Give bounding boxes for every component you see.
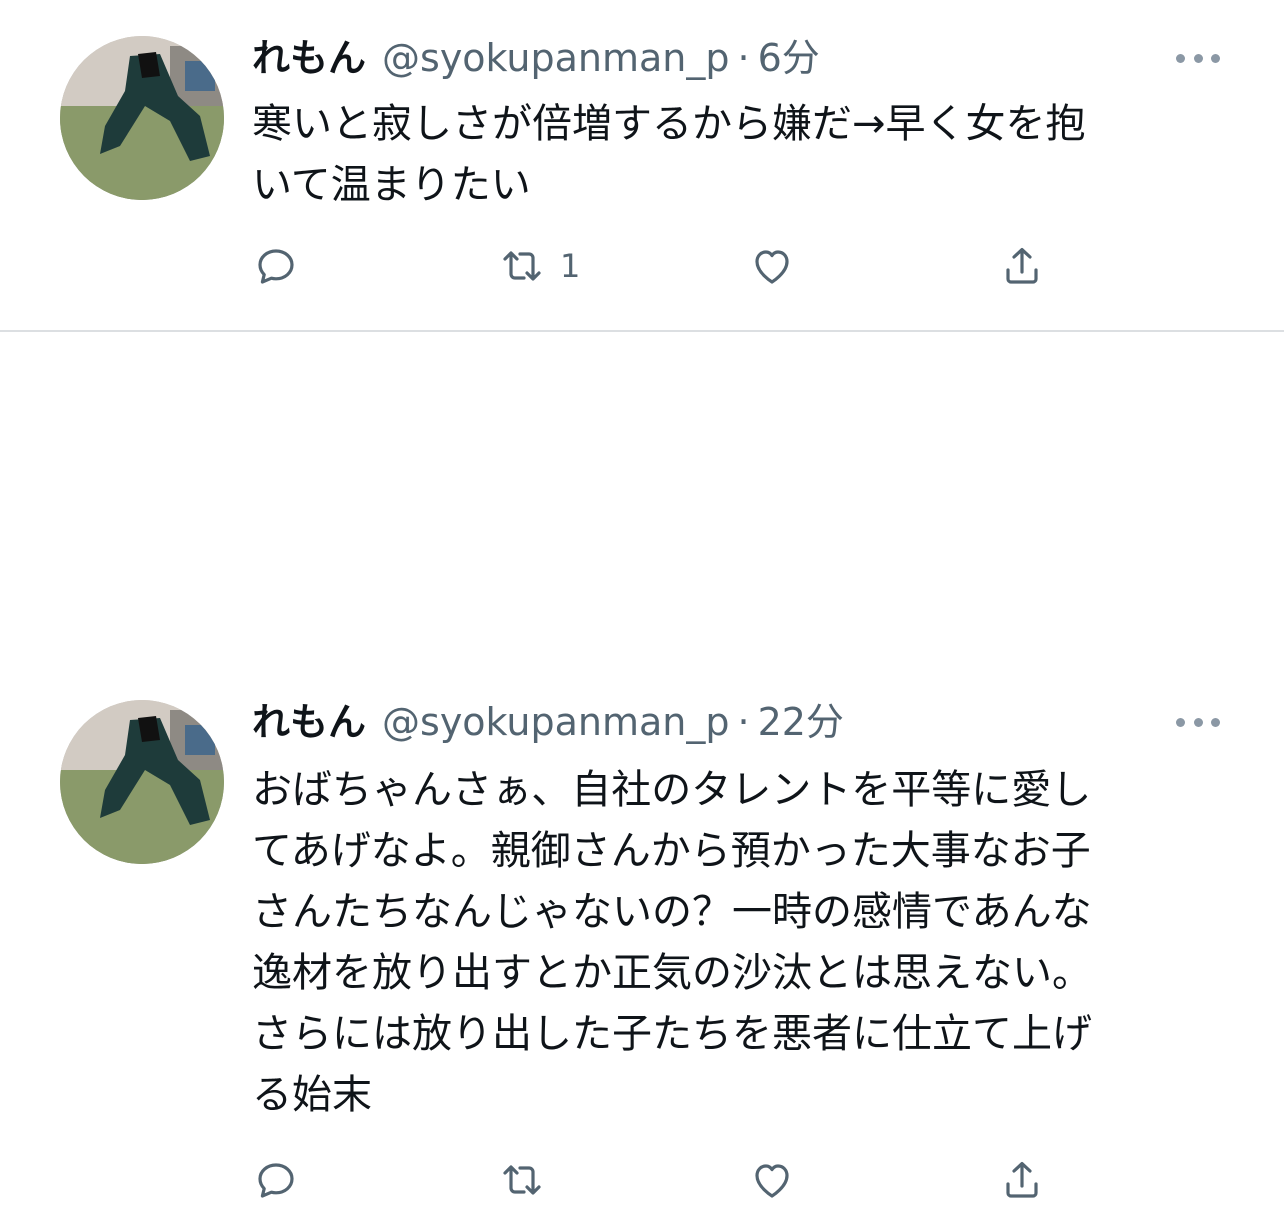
- more-icon[interactable]: [1176, 48, 1220, 68]
- tweet[interactable]: れもん @syokupanman_p · 6分 寒いと寂しさが倍増するから嫌だ→…: [0, 0, 1284, 332]
- tweet-text-line: おばちゃんさぁ、自社のタレントを平等に愛し: [252, 767, 1092, 813]
- avatar[interactable]: [60, 700, 224, 864]
- retweet-button[interactable]: 1: [498, 240, 580, 292]
- timestamp[interactable]: 22分: [758, 698, 844, 746]
- tweet[interactable]: れもん @syokupanman_p · 22分 おばちゃんさぁ、自社のタレント…: [0, 332, 1284, 1198]
- like-icon: [755, 1164, 789, 1198]
- tweet-text-line: てあげなよ。親御さんから預かった大事なお子: [252, 828, 1091, 874]
- user-handle[interactable]: @syokupanman_p: [382, 34, 729, 82]
- display-name[interactable]: れもん: [252, 34, 366, 82]
- share-icon: [1006, 248, 1038, 284]
- retweet-icon: [503, 1165, 541, 1195]
- tweet-text-line: さんたちなんじゃないの？一時の感情であんな: [252, 889, 1092, 935]
- user-handle[interactable]: @syokupanman_p: [382, 698, 729, 746]
- tweet-text-line: 寒いと寂しさが倍増するから嫌だ→早く女を抱: [252, 101, 1086, 147]
- tweet-header: れもん @syokupanman_p · 6分: [252, 34, 820, 82]
- timestamp[interactable]: 6分: [758, 34, 820, 82]
- share-button[interactable]: [998, 1154, 1046, 1206]
- reply-icon: [258, 1163, 294, 1198]
- reply-icon: [258, 249, 294, 284]
- tweet-text-line: いて温まりたい: [252, 162, 531, 208]
- tweet-text-line: さらには放り出した子たちを悪者に仕立て上げ: [252, 1011, 1092, 1057]
- tweet-header: れもん @syokupanman_p · 22分: [252, 698, 844, 746]
- reply-button[interactable]: [252, 1154, 314, 1206]
- retweet-count: 1: [560, 247, 581, 285]
- like-icon: [755, 250, 789, 284]
- action-bar: [252, 1154, 1112, 1206]
- like-button[interactable]: [748, 240, 810, 292]
- display-name[interactable]: れもん: [252, 698, 366, 746]
- avatar-image: [60, 700, 224, 864]
- avatar-image: [60, 36, 224, 200]
- reply-button[interactable]: [252, 240, 314, 292]
- action-bar: 1: [252, 240, 1112, 292]
- retweet-button[interactable]: [498, 1154, 560, 1206]
- more-icon[interactable]: [1176, 712, 1220, 732]
- tweet-text: 寒いと寂しさが倍増するから嫌だ→早く女を抱 いて温まりたい: [252, 94, 1212, 216]
- tweet-text-line: る始末: [252, 1072, 372, 1118]
- separator: ·: [737, 36, 750, 80]
- share-button[interactable]: [998, 240, 1046, 292]
- tweet-text: おばちゃんさぁ、自社のタレントを平等に愛し てあげなよ。親御さんから預かった大事…: [252, 760, 1212, 1126]
- avatar[interactable]: [60, 36, 224, 200]
- like-button[interactable]: [748, 1154, 810, 1206]
- retweet-icon: [503, 251, 541, 281]
- separator: ·: [737, 700, 750, 744]
- share-icon: [1006, 1162, 1038, 1198]
- tweet-text-line: 逸材を放り出すとか正気の沙汰とは思えない。: [252, 950, 1092, 996]
